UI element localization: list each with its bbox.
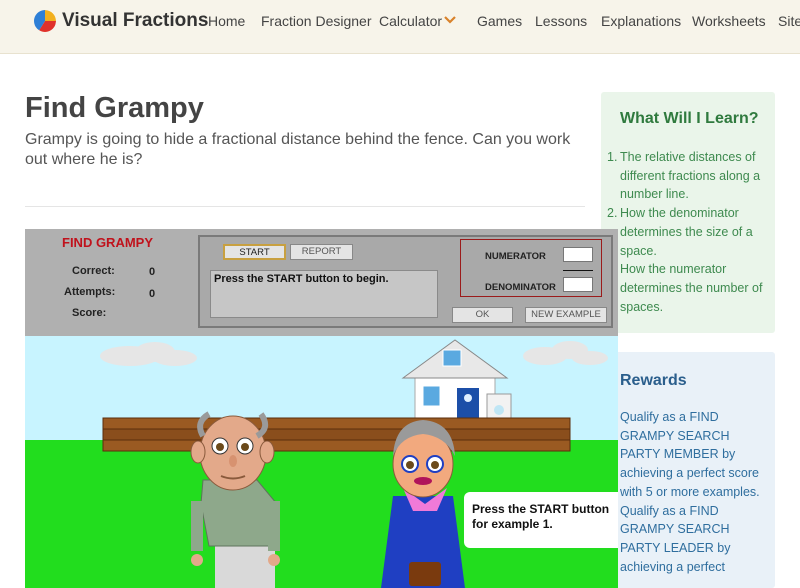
logo-icon[interactable] [34, 10, 56, 32]
denominator-label: DENOMINATOR [485, 282, 556, 293]
learn-list: 1. The relative distances of different fr… [607, 148, 770, 316]
new-example-button[interactable]: NEW EXAMPLE [525, 307, 607, 323]
learn-card: What Will I Learn? 1. The relative distan… [601, 92, 775, 333]
nav-explanations[interactable]: Explanations [601, 13, 681, 29]
game-control-panel: FIND GRAMPY Correct: 0 Attempts: 0 Score… [25, 229, 618, 336]
page-title: Find Grampy [25, 92, 204, 124]
numerator-input[interactable] [563, 247, 593, 262]
attempts-value: 0 [149, 288, 156, 300]
rewards-list: 1.Qualify as a FIND GRAMPY SEARCH PARTY … [607, 408, 770, 576]
game-scene[interactable] [25, 336, 618, 588]
learn-title: What Will I Learn? [620, 110, 759, 127]
ok-button[interactable]: OK [452, 307, 513, 323]
report-button[interactable]: REPORT [290, 244, 353, 260]
denominator-input[interactable] [563, 277, 593, 292]
list-item: 3.How the numerator determines the numbe… [607, 262, 763, 314]
site-header: Visual Fractions Home Fraction Designer … [0, 0, 800, 54]
list-item: 2. How the denominator determines the siz… [607, 206, 753, 258]
nav-calculator[interactable]: Calculator [379, 13, 442, 29]
game-title: FIND GRAMPY [62, 235, 153, 250]
score-label: Score: [72, 307, 107, 319]
nav-fraction-designer[interactable]: Fraction Designer [261, 13, 372, 29]
nav-worksheets[interactable]: Worksheets [692, 13, 766, 29]
chevron-down-icon[interactable] [444, 16, 456, 24]
list-item: 2.Qualify as a FIND GRAMPY SEARCH PARTY … [607, 503, 731, 574]
attempts-label: Attempts: [64, 286, 116, 298]
page-lead: Grampy is going to hide a fractional dis… [25, 131, 571, 168]
fraction-entry: NUMERATOR DENOMINATOR [460, 239, 602, 297]
nav-lessons[interactable]: Lessons [535, 13, 587, 29]
nav-games[interactable]: Games [477, 13, 522, 29]
message-box: Press the START button to begin. [210, 270, 438, 318]
numerator-label: NUMERATOR [485, 251, 546, 262]
divider [25, 206, 585, 207]
rewards-card: Rewards 1.Qualify as a FIND GRAMPY SEARC… [601, 352, 775, 588]
correct-label: Correct: [72, 265, 115, 277]
brand-name[interactable]: Visual Fractions [62, 10, 208, 32]
find-grampy-game[interactable]: FIND GRAMPY Correct: 0 Attempts: 0 Score… [25, 229, 618, 588]
list-item: 1. The relative distances of different fr… [607, 150, 761, 202]
fraction-bar [563, 270, 593, 271]
speech-bubble: Press the START button for example 1. [464, 492, 618, 548]
rewards-title: Rewards [620, 372, 687, 389]
fence [102, 417, 571, 452]
list-item: 1.Qualify as a FIND GRAMPY SEARCH PARTY … [607, 410, 760, 499]
nav-home[interactable]: Home [208, 13, 245, 29]
correct-value: 0 [149, 266, 156, 278]
nav-site[interactable]: Site [778, 13, 800, 29]
start-button[interactable]: START [223, 244, 286, 260]
